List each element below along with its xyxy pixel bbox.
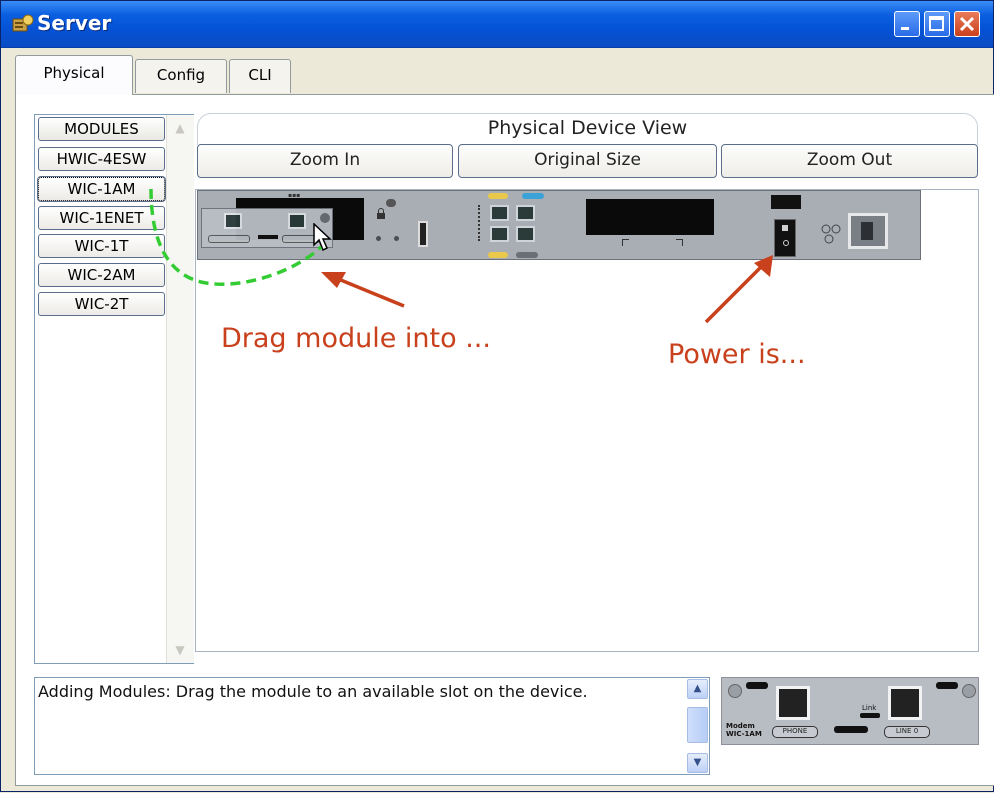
module-name-line1: Modem: [726, 722, 755, 730]
led-slot: [936, 682, 958, 689]
phone-port-label: PHONE: [772, 726, 818, 738]
module-preview-wic-1am: PHONE Modem WIC-1AM Link LINE 0: [721, 677, 979, 745]
module-name-line2: WIC-1AM: [726, 730, 762, 738]
info-scrollbar[interactable]: ▲ ▼: [687, 679, 708, 773]
info-text: Adding Modules: Drag the module to an av…: [38, 682, 588, 701]
led-slot: [746, 682, 768, 689]
screw-icon: [728, 684, 742, 698]
power-arrow-icon: [704, 255, 773, 324]
scroll-thumb[interactable]: [687, 707, 708, 743]
scroll-down-icon[interactable]: ▼: [687, 753, 708, 773]
drag-path: [149, 188, 323, 286]
tab-physical[interactable]: Physical: [15, 55, 133, 95]
annotation-overlay: [149, 188, 773, 324]
drag-arrow-icon: [321, 272, 405, 308]
link-label: Link: [862, 704, 877, 712]
line-port-label: LINE 0: [884, 726, 930, 738]
server-window: Server Physical Config CLI ▲ ▼ MODULES H…: [0, 0, 994, 792]
led-slot: [834, 726, 868, 733]
power-annotation: Power is...: [668, 339, 806, 370]
screw-icon: [962, 684, 976, 698]
phone-port[interactable]: [776, 686, 810, 720]
line-port[interactable]: [888, 686, 922, 720]
drag-annotation: Drag module into ...: [221, 323, 491, 354]
info-box: Adding Modules: Drag the module to an av…: [34, 677, 710, 775]
scroll-up-icon[interactable]: ▲: [687, 679, 708, 699]
link-led: [860, 713, 880, 718]
